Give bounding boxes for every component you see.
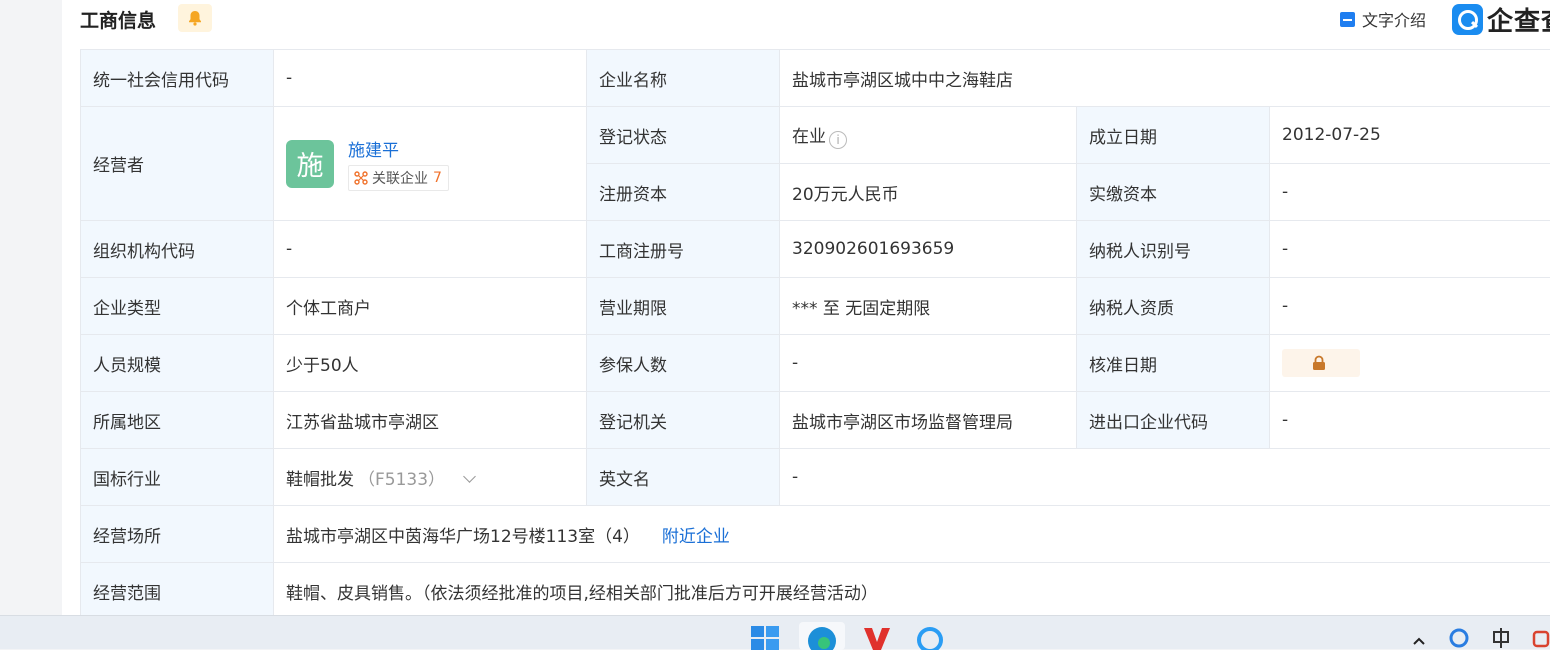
industry-code: （F5133）	[358, 470, 445, 490]
related-companies-count: 7	[433, 170, 442, 186]
approval-date-cell	[1270, 335, 1550, 392]
tray-app-icon[interactable]	[1532, 626, 1550, 650]
industry-label: 国标行业	[81, 449, 274, 506]
avatar[interactable]: 施	[286, 140, 334, 188]
insured-label: 参保人数	[587, 335, 780, 392]
windows-taskbar	[0, 615, 1550, 649]
edge-browser-icon[interactable]	[807, 626, 837, 650]
taxpayer-qual-value: -	[1270, 278, 1550, 335]
org-code-value: -	[274, 221, 587, 278]
table-row: 组织机构代码 - 工商注册号 320902601693659 纳税人识别号 -	[81, 221, 1550, 278]
table-row: 经营场所 盐城市亭湖区中茵海华广场12号楼113室（4） 附近企业	[81, 506, 1550, 563]
table-row: 国标行业 鞋帽批发（F5133） 英文名 -	[81, 449, 1550, 506]
industry-value: 鞋帽批发	[286, 470, 354, 490]
related-companies-label: 关联企业	[372, 168, 428, 188]
text-intro-button[interactable]: 文字介绍	[1340, 8, 1426, 30]
english-name-value: -	[780, 449, 1550, 506]
table-row: 所属地区 江苏省盐城市亭湖区 登记机关 盐城市亭湖区市场监督管理局 进出口企业代…	[81, 392, 1550, 449]
chevron-down-icon[interactable]	[463, 470, 476, 483]
qichacha-logo: 企查查	[1452, 1, 1550, 38]
staff-size-value: 少于50人	[274, 335, 587, 392]
reg-number-label: 工商注册号	[587, 221, 780, 278]
table-row: 经营范围 鞋帽、皮具销售。（依法须经批准的项目,经相关部门批准后方可开展经营活动…	[81, 563, 1550, 620]
related-companies-button[interactable]: 关联企业 7	[348, 165, 449, 191]
vip-locked-button[interactable]	[1282, 349, 1360, 377]
bell-icon	[188, 10, 202, 26]
operator-cell: 施 施建平 关联企业 7	[274, 107, 587, 221]
reg-status-value: 在业	[792, 127, 826, 147]
reg-status-cell: 在业i	[780, 107, 1077, 164]
table-row: 统一社会信用代码 - 企业名称 盐城市亭湖区城中中之海鞋店	[81, 50, 1550, 107]
reg-capital-label: 注册资本	[587, 164, 780, 221]
credit-code-label: 统一社会信用代码	[81, 50, 274, 107]
company-name-value: 盐城市亭湖区城中中之海鞋店	[780, 50, 1550, 107]
org-code-label: 组织机构代码	[81, 221, 274, 278]
company-name-label: 企业名称	[587, 50, 780, 107]
company-type-value: 个体工商户	[274, 278, 587, 335]
relation-graph-icon	[354, 171, 368, 185]
company-info-panel: 工商信息 文字介绍 企查查 统一社会信用代码 - 企业名称 盐城市亭湖区城中中之…	[62, 0, 1550, 615]
scope-value: 鞋帽、皮具销售。（依法须经批准的项目,经相关部门批准后方可开展经营活动）	[274, 563, 1550, 620]
taxpayer-qual-label: 纳税人资质	[1077, 278, 1270, 335]
windows-start-icon[interactable]	[751, 626, 779, 650]
business-term-label: 营业期限	[587, 278, 780, 335]
import-export-value: -	[1270, 392, 1550, 449]
document-icon	[1340, 12, 1355, 27]
approval-date-label: 核准日期	[1077, 335, 1270, 392]
address-label: 经营场所	[81, 506, 274, 563]
scope-label: 经营范围	[81, 563, 274, 620]
address-value: 盐城市亭湖区中茵海华广场12号楼113室（4）	[286, 527, 640, 547]
reg-number-value: 320902601693659	[780, 221, 1077, 278]
tray-input-icon[interactable]	[1490, 626, 1512, 650]
industry-cell[interactable]: 鞋帽批发（F5133）	[274, 449, 587, 506]
table-row: 企业类型 个体工商户 营业期限 *** 至 无固定期限 纳税人资质 -	[81, 278, 1550, 335]
table-row: 人员规模 少于50人 参保人数 - 核准日期	[81, 335, 1550, 392]
section-title: 工商信息	[80, 6, 156, 33]
table-row: 经营者 施 施建平 关联企业 7 登记状态 在业i 成立日期	[81, 107, 1550, 164]
staff-size-label: 人员规模	[81, 335, 274, 392]
subscribe-bell-button[interactable]	[178, 4, 212, 32]
section-header: 工商信息 文字介绍 企查查	[62, 0, 1550, 49]
founded-value: 2012-07-25	[1270, 107, 1550, 164]
authority-label: 登记机关	[587, 392, 780, 449]
import-export-label: 进出口企业代码	[1077, 392, 1270, 449]
business-info-table: 统一社会信用代码 - 企业名称 盐城市亭湖区城中中之海鞋店 经营者 施 施建平 …	[80, 49, 1550, 620]
logo-text: 企查查	[1487, 1, 1550, 38]
credit-code-value: -	[274, 50, 587, 107]
tray-network-icon[interactable]	[1448, 626, 1470, 650]
taxpayer-id-label: 纳税人识别号	[1077, 221, 1270, 278]
english-name-label: 英文名	[587, 449, 780, 506]
lock-icon	[1312, 355, 1326, 371]
search-app-icon[interactable]	[916, 626, 944, 650]
paid-capital-value: -	[1270, 164, 1550, 221]
business-term-value: *** 至 无固定期限	[780, 278, 1077, 335]
reg-status-label: 登记状态	[587, 107, 780, 164]
company-type-label: 企业类型	[81, 278, 274, 335]
region-value: 江苏省盐城市亭湖区	[274, 392, 587, 449]
founded-label: 成立日期	[1077, 107, 1270, 164]
text-intro-label: 文字介绍	[1362, 7, 1426, 31]
address-cell: 盐城市亭湖区中茵海华广场12号楼113室（4） 附近企业	[274, 506, 1550, 563]
info-icon[interactable]: i	[829, 131, 847, 149]
insured-value: -	[780, 335, 1077, 392]
tray-chevron-icon[interactable]	[1412, 636, 1426, 646]
taxpayer-id-value: -	[1270, 221, 1550, 278]
operator-name-link[interactable]: 施建平	[348, 136, 449, 161]
reg-capital-value: 20万元人民币	[780, 164, 1077, 221]
paid-capital-label: 实缴资本	[1077, 164, 1270, 221]
authority-value: 盐城市亭湖区市场监督管理局	[780, 392, 1077, 449]
region-label: 所属地区	[81, 392, 274, 449]
qichacha-logo-icon	[1452, 4, 1483, 35]
nearby-companies-link[interactable]: 附近企业	[662, 527, 730, 547]
wps-icon[interactable]	[862, 626, 892, 650]
operator-label: 经营者	[81, 107, 274, 221]
